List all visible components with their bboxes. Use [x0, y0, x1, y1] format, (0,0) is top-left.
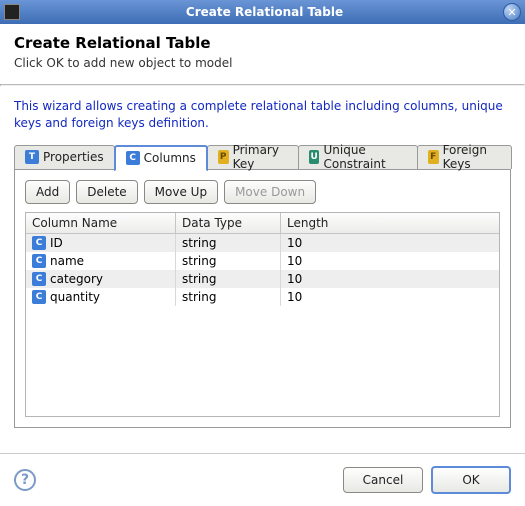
column-header-type[interactable]: Data Type — [176, 213, 281, 233]
system-menu-icon[interactable] — [4, 4, 20, 20]
table-header: Column Name Data Type Length — [26, 213, 499, 234]
cell-text: category — [50, 272, 103, 286]
cancel-button[interactable]: Cancel — [343, 467, 423, 493]
tab-label: Properties — [43, 150, 104, 164]
tab-label: Columns — [144, 151, 196, 165]
cell-length[interactable]: 10 — [281, 234, 499, 252]
cell-length[interactable]: 10 — [281, 270, 499, 288]
tab-label: Unique Constraint — [323, 143, 406, 171]
cell-data-type[interactable]: string — [176, 234, 281, 252]
help-icon[interactable]: ? — [14, 469, 36, 491]
tab-properties[interactable]: T Properties — [14, 145, 115, 169]
move-up-button[interactable]: Move Up — [144, 180, 218, 204]
column-icon: C — [126, 151, 140, 165]
cell-column-name[interactable]: C ID — [26, 234, 176, 252]
dialog-subtitle: Click OK to add new object to model — [14, 56, 511, 70]
titlebar: Create Relational Table ✕ — [0, 0, 525, 24]
close-icon[interactable]: ✕ — [503, 3, 521, 21]
key-icon: P — [218, 150, 229, 164]
move-down-button: Move Down — [224, 180, 316, 204]
column-header-length[interactable]: Length — [281, 213, 499, 233]
window-title: Create Relational Table — [26, 5, 503, 19]
tab-primary-key[interactable]: P Primary Key — [207, 145, 299, 169]
table-body: CIDstring10Cnamestring10Ccategorystring1… — [26, 234, 499, 306]
cell-column-name[interactable]: Cname — [26, 252, 176, 270]
cell-column-name[interactable]: Ccategory — [26, 270, 176, 288]
columns-panel: Add Delete Move Up Move Down Column Name… — [14, 170, 511, 428]
column-icon: C — [32, 236, 46, 250]
columns-table[interactable]: Column Name Data Type Length CIDstring10… — [25, 212, 500, 417]
column-icon: C — [32, 254, 46, 268]
cell-text: name — [50, 254, 84, 268]
toolbar: Add Delete Move Up Move Down — [25, 180, 500, 204]
tab-label: Primary Key — [233, 143, 288, 171]
add-button[interactable]: Add — [25, 180, 70, 204]
foreign-key-icon: F — [428, 150, 439, 164]
cell-length[interactable]: 10 — [281, 252, 499, 270]
table-row[interactable]: Cnamestring10 — [26, 252, 499, 270]
cell-text: ID — [50, 236, 63, 250]
cell-data-type[interactable]: string — [176, 252, 281, 270]
cell-column-name[interactable]: Cquantity — [26, 288, 176, 306]
delete-button[interactable]: Delete — [76, 180, 137, 204]
column-icon: C — [32, 272, 46, 286]
cell-data-type[interactable]: string — [176, 288, 281, 306]
column-header-name[interactable]: Column Name — [26, 213, 176, 233]
tab-columns[interactable]: C Columns — [114, 145, 208, 171]
wizard-description: This wizard allows creating a complete r… — [14, 98, 511, 132]
tab-unique-constraint[interactable]: U Unique Constraint — [298, 145, 418, 169]
tab-strip: T Properties C Columns P Primary Key U U… — [14, 144, 511, 170]
table-row[interactable]: Cquantitystring10 — [26, 288, 499, 306]
cell-text: quantity — [50, 290, 100, 304]
dialog-header: Create Relational Table Click OK to add … — [0, 24, 525, 84]
table-row[interactable]: Ccategorystring10 — [26, 270, 499, 288]
tab-label: Foreign Keys — [443, 143, 501, 171]
table-row[interactable]: C ID string10 — [26, 234, 499, 252]
ok-button[interactable]: OK — [431, 466, 511, 494]
cell-data-type[interactable]: string — [176, 270, 281, 288]
unique-icon: U — [309, 150, 320, 164]
dialog-footer: ? Cancel OK — [0, 453, 525, 506]
cell-length[interactable]: 10 — [281, 288, 499, 306]
table-icon: T — [25, 150, 39, 164]
tab-foreign-keys[interactable]: F Foreign Keys — [417, 145, 512, 169]
column-icon: C — [32, 290, 46, 304]
dialog-title: Create Relational Table — [14, 34, 511, 52]
